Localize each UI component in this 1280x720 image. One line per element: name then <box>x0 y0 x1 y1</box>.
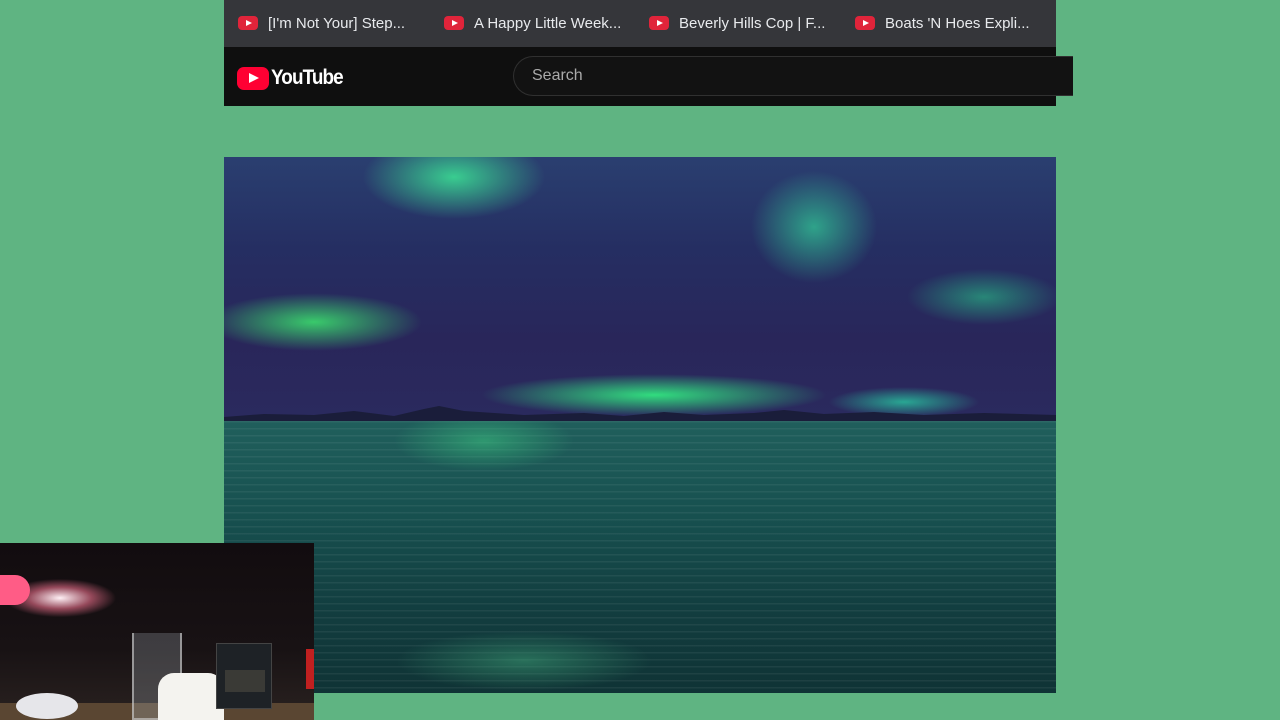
youtube-play-icon <box>237 66 269 90</box>
bookmark-label: Boats 'N Hoes Expli... <box>885 14 1030 32</box>
webcam-overlay <box>0 543 314 720</box>
mountain-silhouette <box>224 406 1056 423</box>
youtube-icon <box>855 16 875 30</box>
search-input[interactable] <box>513 56 1073 96</box>
youtube-icon <box>444 16 464 30</box>
bookmark-item[interactable]: A Happy Little Week... <box>444 8 621 38</box>
youtube-logo-text: YouTube <box>271 66 344 89</box>
red-object <box>306 649 314 689</box>
youtube-icon <box>649 16 669 30</box>
bookmark-label: A Happy Little Week... <box>474 14 622 32</box>
youtube-logo[interactable]: YouTube <box>237 66 351 90</box>
black-mug <box>216 643 272 709</box>
bookmarks-bar: [I'm Not Your] Step... A Happy Little We… <box>224 0 1056 47</box>
bookmark-label: [I'm Not Your] Step... <box>268 14 406 32</box>
water-surface <box>224 421 1056 693</box>
bookmark-label: Beverly Hills Cop | F... <box>679 14 826 32</box>
bookmark-item[interactable]: Beverly Hills Cop | F... <box>649 8 825 38</box>
bookmark-item[interactable]: [I'm Not Your] Step... <box>238 8 405 38</box>
video-player[interactable] <box>224 157 1056 693</box>
white-dish <box>16 693 78 719</box>
bookmark-item[interactable]: Boats 'N Hoes Expli... <box>855 8 1030 38</box>
youtube-icon <box>238 16 258 30</box>
lamp <box>0 575 30 605</box>
white-cup <box>158 673 224 720</box>
youtube-header: YouTube <box>224 47 1073 106</box>
mug-label <box>225 670 265 692</box>
browser-window: [I'm Not Your] Step... A Happy Little We… <box>224 0 1073 106</box>
aurora-sky <box>224 157 1056 419</box>
